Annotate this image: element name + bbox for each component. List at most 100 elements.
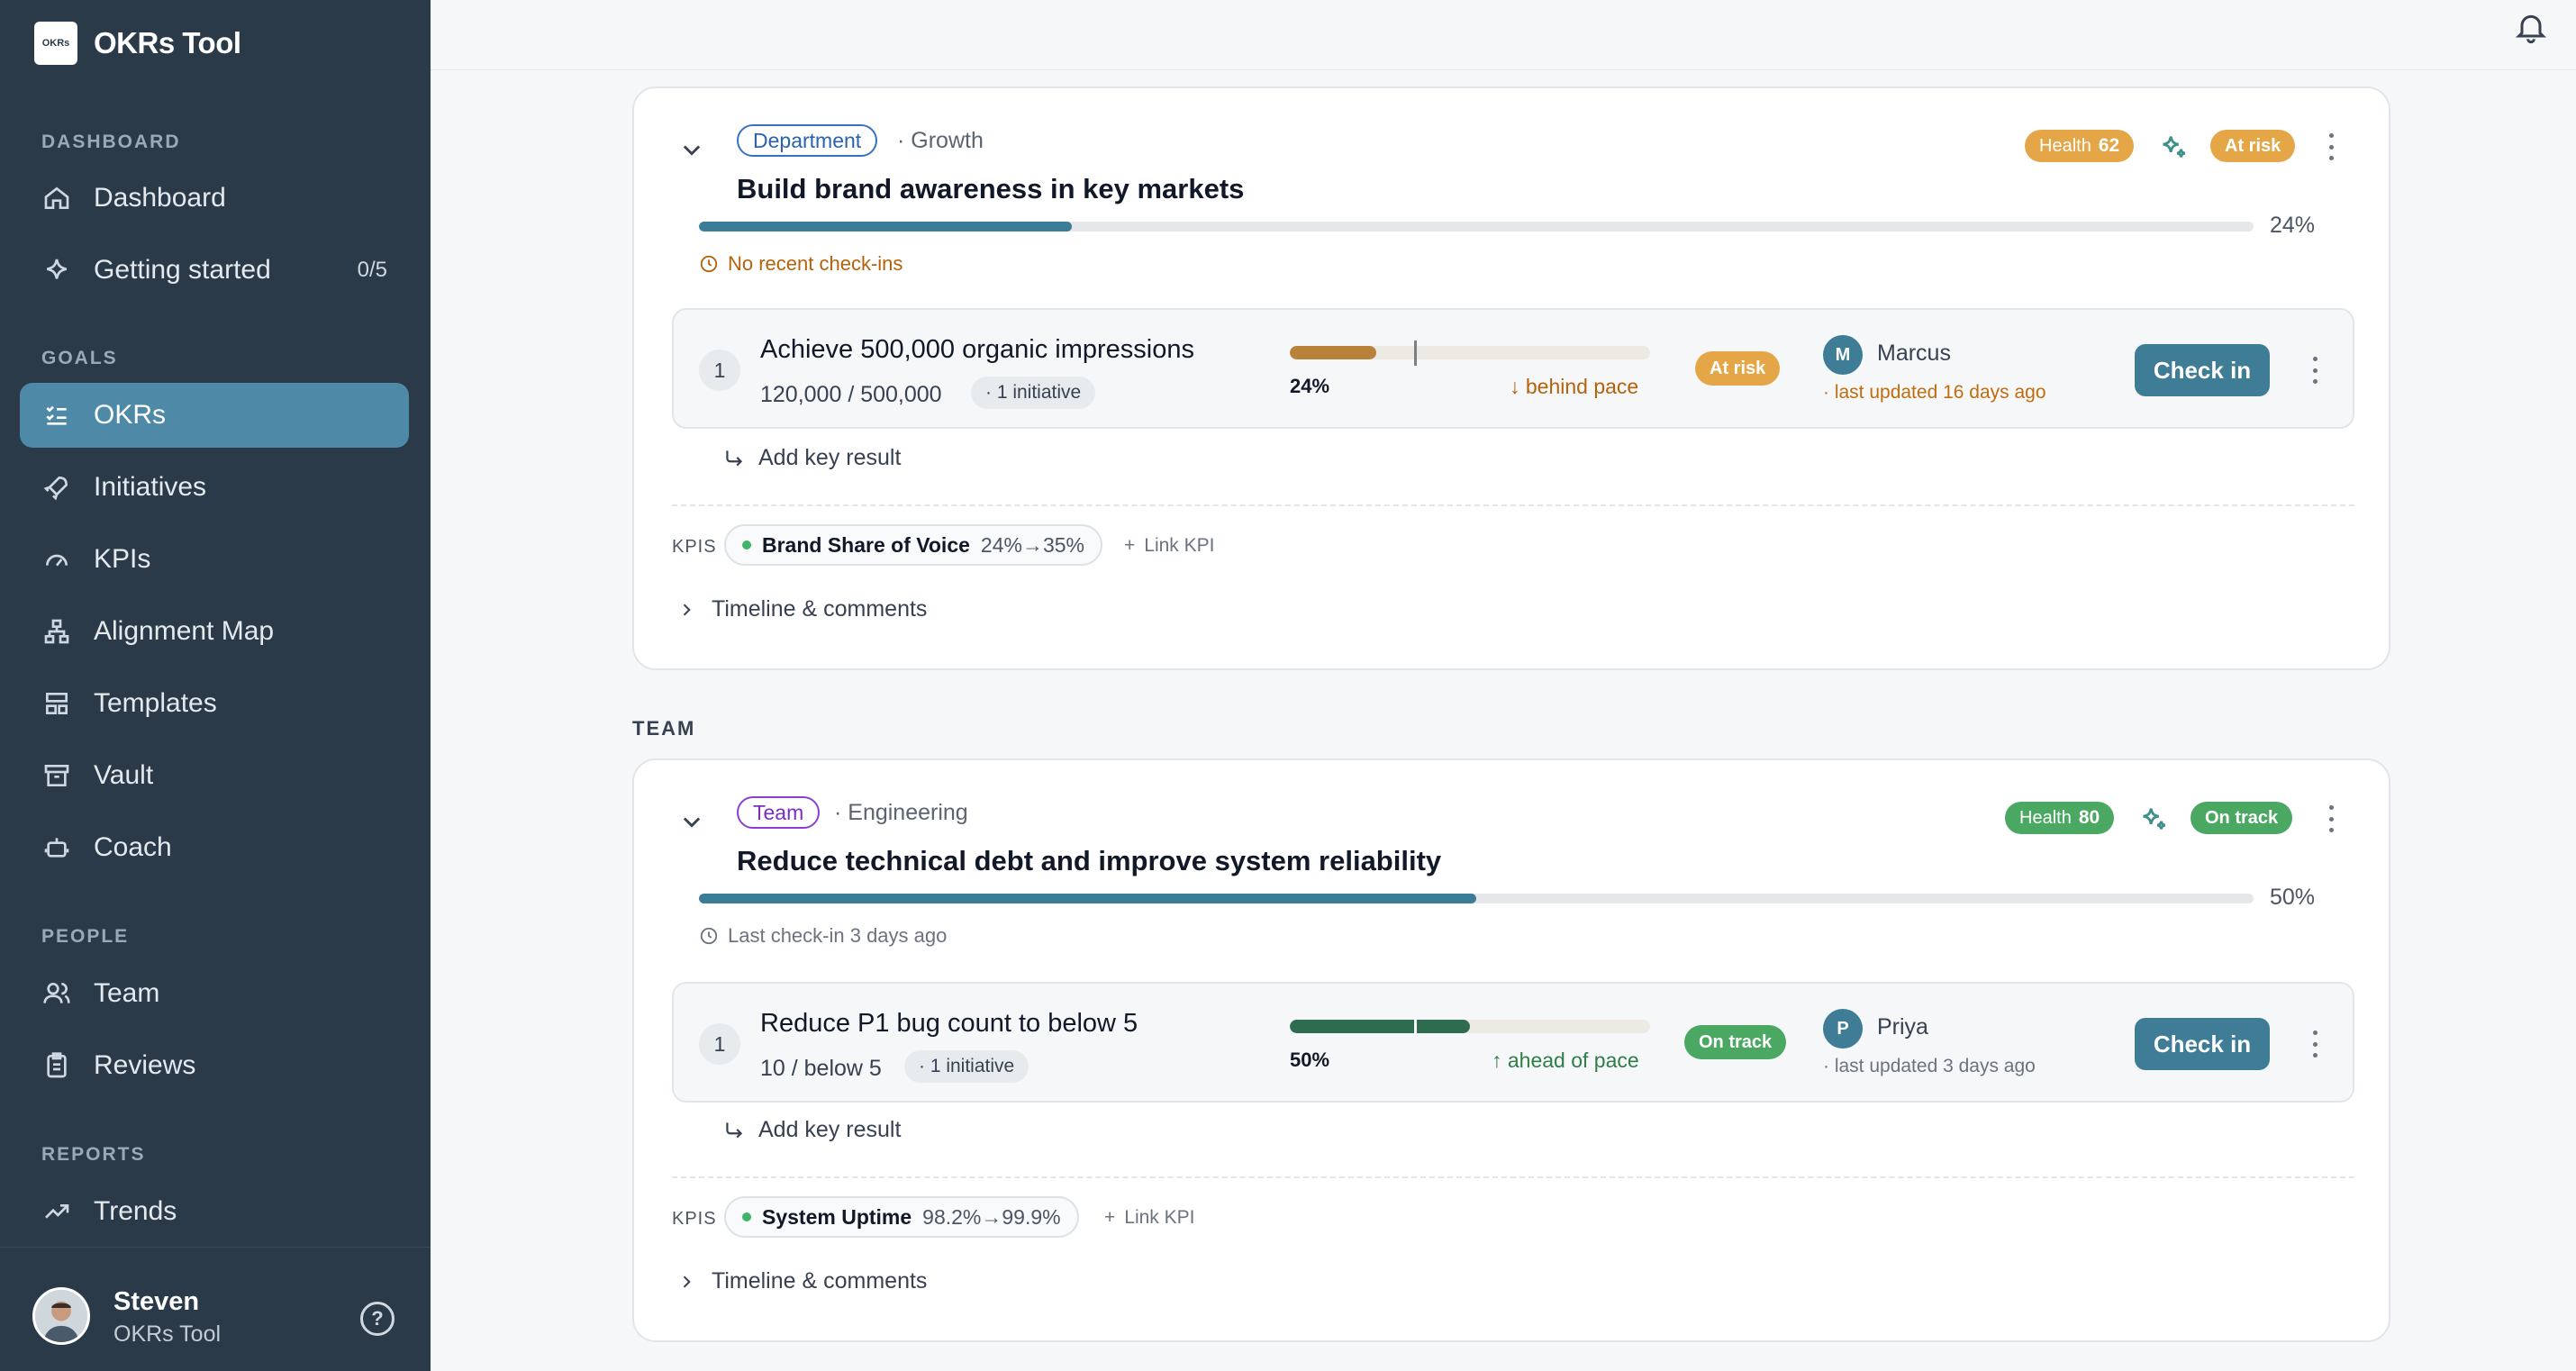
kr-number: 1 (699, 1023, 740, 1065)
rocket-icon (41, 472, 72, 503)
health-badge: Health 62 (2025, 130, 2135, 162)
group-label-team: TEAM (632, 717, 696, 740)
gauge-icon (41, 544, 72, 575)
ai-sparkle-icon[interactable] (2158, 132, 2189, 162)
sidebar-item-getting-started[interactable]: Getting started 0/5 (20, 238, 409, 303)
kr-last-updated: · last updated 3 days ago (1823, 1056, 2036, 1076)
trending-up-icon (41, 1196, 72, 1227)
kpi-range: 24%→35% (980, 532, 1084, 557)
sidebar-item-vault[interactable]: Vault (20, 743, 409, 808)
chevron-down-icon[interactable] (679, 137, 704, 162)
home-icon (41, 183, 72, 213)
clock-icon (700, 927, 718, 945)
objective-progress-fill (699, 894, 1476, 903)
kr-initiative-badge[interactable]: · 1 initiative (904, 1050, 1029, 1083)
health-score: 62 (2098, 135, 2120, 156)
health-label: Health (2019, 807, 2072, 828)
archive-icon (41, 760, 72, 791)
kr-more-options-icon[interactable] (2311, 1031, 2318, 1058)
add-key-result-button[interactable]: Add key result (722, 445, 901, 471)
checkin-note-text: No recent check-ins (728, 252, 903, 275)
kr-pace: ↑ ahead of pace (1492, 1049, 1639, 1072)
sidebar-item-templates[interactable]: Templates (20, 671, 409, 736)
clock-icon (700, 255, 718, 273)
more-options-icon[interactable] (2327, 805, 2335, 832)
corner-down-right-icon (726, 1121, 743, 1138)
sidebar-item-okrs[interactable]: OKRs (20, 383, 409, 448)
section-label-dashboard: DASHBOARD (41, 132, 181, 152)
kr-pace: ↓ behind pace (1510, 375, 1639, 398)
objective-progress-pct: 24% (2269, 213, 2315, 238)
health-label: Health (2039, 135, 2091, 156)
kr-more-options-icon[interactable] (2311, 357, 2318, 384)
kpi-chip[interactable]: Brand Share of Voice 24%→35% (724, 524, 1102, 566)
sidebar-item-reviews[interactable]: Reviews (20, 1033, 409, 1098)
kr-value: 120,000 / 500,000 (760, 382, 942, 407)
chevron-down-icon[interactable] (679, 809, 704, 834)
sidebar-item-alignment-map[interactable]: Alignment Map (20, 599, 409, 664)
sidebar-item-label: Trends (94, 1196, 177, 1226)
timeline-toggle[interactable]: Timeline & comments (677, 596, 927, 622)
timeline-label: Timeline & comments (712, 1268, 928, 1294)
check-in-button[interactable]: Check in (2135, 1018, 2270, 1070)
timeline-toggle[interactable]: Timeline & comments (677, 1268, 927, 1294)
sidebar-item-trends[interactable]: Trends (20, 1179, 409, 1244)
sidebar-item-initiatives[interactable]: Initiatives (20, 455, 409, 520)
app-name: OKRs Tool (94, 26, 241, 59)
plus-icon: + (1104, 1207, 1116, 1228)
link-kpi-button[interactable]: + Link KPI (1124, 535, 1214, 557)
chevron-right-icon (683, 603, 691, 616)
objective-title[interactable]: Build brand awareness in key markets (737, 173, 1244, 205)
owner-avatar: M (1823, 335, 1863, 375)
plus-icon: + (1124, 535, 1136, 556)
robot-icon (41, 832, 72, 863)
checkin-note: Last check-in 3 days ago (699, 924, 947, 948)
sidebar-item-label: Vault (94, 760, 154, 790)
expected-pace-marker (1414, 1014, 1417, 1040)
sidebar-item-kpis[interactable]: KPIs (20, 527, 409, 592)
section-label-reports: REPORTS (41, 1144, 146, 1165)
add-key-result-label: Add key result (758, 445, 902, 470)
kr-owner[interactable]: Marcus (1877, 340, 1951, 367)
divider (672, 1176, 2354, 1178)
add-key-result-button[interactable]: Add key result (722, 1117, 901, 1143)
kr-progress-bar (1290, 1020, 1650, 1033)
sidebar-item-dashboard[interactable]: Dashboard (20, 166, 409, 231)
bell-icon[interactable] (2513, 7, 2549, 47)
more-options-icon[interactable] (2327, 133, 2335, 160)
sidebar-item-label: OKRs (94, 400, 167, 430)
key-result-row[interactable]: 1 Reduce P1 bug count to below 5 10 / be… (672, 982, 2354, 1103)
avatar[interactable] (32, 1287, 90, 1345)
sidebar-item-team[interactable]: Team (20, 961, 409, 1026)
kpi-status-dot (742, 540, 751, 549)
scope-chip: Team (737, 796, 821, 829)
kr-progress-bar (1290, 346, 1650, 359)
check-in-button[interactable]: Check in (2135, 344, 2270, 396)
section-label-goals: GOALS (41, 348, 118, 368)
objective-progress-bar (699, 894, 2254, 903)
sidebar-item-label: Coach (94, 832, 172, 862)
kr-owner[interactable]: Priya (1877, 1014, 1928, 1040)
kr-initiative-badge[interactable]: · 1 initiative (971, 377, 1096, 409)
objective-progress-pct: 50% (2269, 885, 2315, 910)
user-name: Steven (113, 1287, 200, 1316)
kr-title[interactable]: Achieve 500,000 organic impressions (760, 335, 1194, 365)
ai-sparkle-icon[interactable] (2138, 804, 2169, 834)
users-icon (41, 978, 72, 1009)
help-icon[interactable]: ? (360, 1302, 395, 1336)
sidebar-item-coach[interactable]: Coach (20, 815, 409, 880)
link-kpi-button[interactable]: + Link KPI (1104, 1207, 1194, 1229)
getting-started-count: 0/5 (357, 258, 387, 282)
sidebar-item-label: Reviews (94, 1050, 196, 1080)
brand[interactable]: OKRs OKRs Tool (34, 22, 241, 65)
checkin-note: No recent check-ins (699, 252, 903, 276)
owner-avatar: P (1823, 1009, 1863, 1049)
kpi-chip[interactable]: System Uptime 98.2%→99.9% (724, 1196, 1079, 1238)
kpi-name: System Uptime (762, 1204, 912, 1229)
sidebar-item-label: Team (94, 978, 160, 1008)
kpi-status-dot (742, 1212, 751, 1221)
objective-title[interactable]: Reduce technical debt and improve system… (737, 845, 1441, 877)
key-result-row[interactable]: 1 Achieve 500,000 organic impressions 12… (672, 308, 2354, 429)
kr-title[interactable]: Reduce P1 bug count to below 5 (760, 1009, 1138, 1039)
kr-progress-pct: 50% (1290, 1049, 1330, 1071)
